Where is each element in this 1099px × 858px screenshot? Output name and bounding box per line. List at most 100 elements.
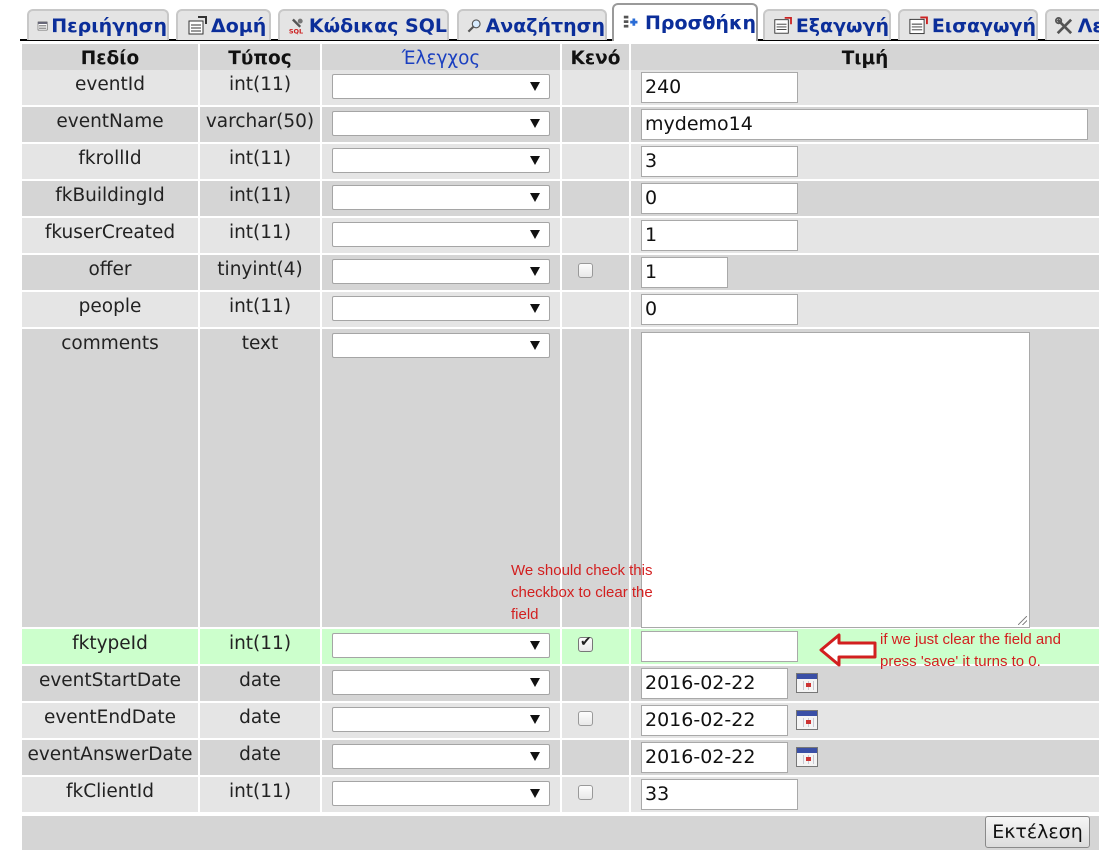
tab-browse-label: Περιήγηση (51, 14, 167, 37)
calendar-icon-part (806, 720, 811, 724)
value-input[interactable]: 2016-02-22 (641, 668, 788, 699)
tab-structure-label: Δομή (211, 14, 267, 37)
null-cell (562, 703, 629, 738)
tab-export[interactable]: Εξαγωγή (763, 9, 891, 40)
field-type: date (200, 740, 320, 775)
null-cell (562, 181, 629, 216)
header-value: Τιμή (631, 44, 1099, 70)
value-input[interactable] (641, 631, 798, 662)
field-type: varchar(50) (200, 107, 320, 142)
chevron-down-icon (530, 641, 540, 650)
value-input[interactable]: 3 (641, 146, 798, 177)
null-cell (562, 144, 629, 179)
tab-search-label: Αναζήτηση (485, 14, 605, 37)
tab-import[interactable]: Εισαγωγή (898, 9, 1038, 40)
annotation-line: if we just clear the field and (880, 631, 1061, 648)
null-checkbox[interactable]: ✔ (578, 634, 593, 652)
field-name: fkClientId (22, 777, 198, 812)
null-cell (562, 107, 629, 142)
null-cell (562, 629, 629, 664)
tab-search[interactable]: Αναζήτηση (457, 9, 607, 40)
chevron-down-icon (530, 341, 540, 350)
value-input[interactable]: 33 (641, 779, 798, 810)
function-select[interactable] (332, 781, 550, 806)
field-type: date (200, 703, 320, 738)
value-input[interactable]: 2016-02-22 (641, 705, 788, 736)
annotation-line: checkbox to clear the (511, 584, 653, 601)
value-input[interactable]: 1 (641, 220, 798, 251)
field-name: eventAnswerDate (22, 740, 198, 775)
function-select[interactable] (332, 259, 550, 284)
sql-icon: SQL (289, 18, 303, 35)
calendar-icon[interactable] (796, 747, 818, 767)
calendar-icon-part (797, 748, 817, 753)
header-null: Κενό (562, 44, 629, 70)
header-function[interactable]: Έλεγχος (322, 44, 560, 70)
value-input[interactable]: 2016-02-22 (641, 742, 788, 773)
function-select[interactable] (332, 222, 550, 247)
function-select[interactable] (332, 185, 550, 210)
tab-insert[interactable]: Προσθήκη (612, 3, 758, 41)
resize-grip-icon[interactable] (1018, 616, 1027, 625)
null-checkbox[interactable] (578, 785, 593, 800)
null-checkbox[interactable] (578, 711, 593, 726)
structure-icon (188, 15, 207, 34)
function-select[interactable] (332, 333, 550, 358)
tab-operations-label: Λε (1077, 14, 1099, 37)
chevron-down-icon (530, 752, 540, 761)
field-name: offer (22, 255, 198, 290)
function-select[interactable] (332, 744, 550, 769)
calendar-icon-part (797, 674, 817, 679)
insert-icon (623, 15, 638, 28)
function-select[interactable] (332, 111, 550, 136)
value-input[interactable]: 240 (641, 72, 798, 103)
tab-browse[interactable]: Περιήγηση (27, 9, 169, 40)
header-field: Πεδίο (22, 44, 198, 70)
function-select[interactable] (332, 74, 550, 99)
annotation-field-note: if we just clear the field and press 'sa… (880, 629, 1099, 673)
search-icon (467, 18, 481, 32)
chevron-down-icon (530, 119, 540, 128)
field-name: fkrollId (22, 144, 198, 179)
chevron-down-icon (530, 193, 540, 202)
tab-structure[interactable]: Δομή (176, 9, 271, 40)
field-type: int(11) (200, 218, 320, 253)
tab-sql-label: Κώδικας SQL (308, 14, 447, 37)
null-checkbox[interactable] (578, 263, 593, 278)
value-input[interactable]: 0 (641, 183, 798, 214)
function-select[interactable] (332, 707, 550, 732)
field-name: eventId (22, 70, 198, 105)
null-cell (562, 666, 629, 701)
tab-import-label: Εισαγωγή (931, 14, 1036, 37)
import-icon (909, 16, 928, 34)
field-name: eventStartDate (22, 666, 198, 701)
export-icon (774, 16, 792, 34)
tab-sql[interactable]: SQL Κώδικας SQL (278, 9, 449, 40)
tab-operations[interactable]: Λε (1045, 9, 1099, 40)
null-cell (562, 255, 629, 290)
calendar-icon-part (797, 711, 817, 716)
checkmark-icon: ✔ (580, 634, 592, 650)
calendar-icon[interactable] (796, 710, 818, 730)
annotation-checkbox-note: We should check this checkbox to clear t… (511, 560, 691, 626)
value-input[interactable]: 1 (641, 257, 728, 288)
chevron-down-icon (530, 789, 540, 798)
execute-button[interactable]: Εκτέλεση (985, 816, 1090, 848)
function-select[interactable] (332, 296, 550, 321)
null-cell (562, 740, 629, 775)
field-name: fkuserCreated (22, 218, 198, 253)
value-input[interactable]: mydemo14 (641, 109, 1088, 140)
field-type: tinyint(4) (200, 255, 320, 290)
chevron-down-icon (530, 267, 540, 276)
field-type: int(11) (200, 144, 320, 179)
calendar-icon[interactable] (796, 673, 818, 693)
null-cell (562, 70, 629, 105)
value-input[interactable]: 0 (641, 294, 798, 325)
function-select[interactable] (332, 633, 550, 658)
browse-icon (37, 21, 48, 30)
field-type: int(11) (200, 181, 320, 216)
function-select[interactable] (332, 670, 550, 695)
function-select[interactable] (332, 148, 550, 173)
value-textarea[interactable] (641, 332, 1030, 628)
field-type: int(11) (200, 292, 320, 327)
